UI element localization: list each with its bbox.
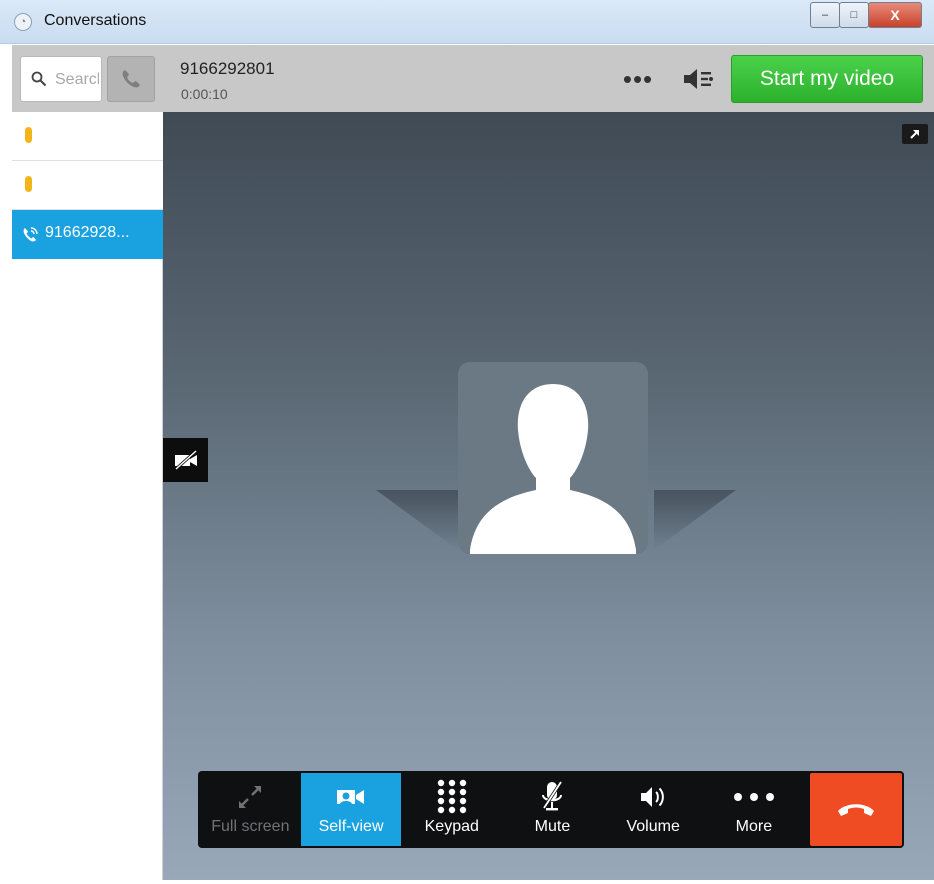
minimize-button[interactable]: – <box>810 2 840 28</box>
video-area: Full screen Self-view Keypad Mute Volume… <box>163 112 934 880</box>
mute-label: Mute <box>534 818 571 835</box>
conversations-window: ◔ Conversations – □ X Search 91662928...… <box>0 0 934 884</box>
search-input[interactable] <box>55 69 99 91</box>
conversation-list: 91662928... <box>12 112 163 259</box>
search-area <box>12 45 163 112</box>
speaker-icon <box>641 787 665 807</box>
search-box[interactable] <box>20 56 102 102</box>
presence-away-icon <box>25 176 32 192</box>
remote-avatar <box>458 362 648 554</box>
conversation-sidebar: 91662928... <box>12 45 163 880</box>
popout-arrow-icon <box>910 130 919 139</box>
title-bar[interactable]: ◔ Conversations – □ X <box>0 0 934 44</box>
volume-label: Volume <box>626 818 680 835</box>
self-view-button[interactable]: Self-view <box>300 773 402 846</box>
more-dots-icon <box>733 793 774 801</box>
full-screen-button[interactable]: Full screen <box>200 773 301 846</box>
conversation-item[interactable] <box>12 112 163 161</box>
expand-icon <box>239 786 262 808</box>
full-screen-label: Full screen <box>211 818 290 835</box>
phone-icon <box>122 70 140 88</box>
camera-off-icon <box>174 449 197 471</box>
window-controls: – □ X <box>810 2 922 30</box>
end-call-button[interactable] <box>810 773 902 846</box>
keypad-label: Keypad <box>424 818 479 835</box>
call-toolbar: Full screen Self-view Keypad Mute Volume… <box>198 771 904 848</box>
more-options-button[interactable]: ••• <box>618 64 658 94</box>
conversation-label: 91662928... <box>45 224 130 241</box>
maximize-button[interactable]: □ <box>839 2 869 28</box>
volume-button[interactable]: Volume <box>603 773 704 846</box>
search-icon <box>31 71 47 87</box>
hang-up-icon <box>838 804 875 816</box>
person-silhouette-icon <box>470 384 636 554</box>
more-button[interactable]: More <box>704 773 805 846</box>
call-header: 9166292801 0:00:10 ••• Start my video <box>163 45 934 112</box>
self-view-label: Self-view <box>318 818 384 835</box>
call-duration: 0:00:10 <box>181 86 228 102</box>
microphone-mute-icon <box>542 781 563 811</box>
start-video-button[interactable]: Start my video <box>731 55 923 103</box>
camera-off-button[interactable] <box>163 438 208 482</box>
call-panel: 9166292801 0:00:10 ••• Start my video Fu… <box>163 45 934 880</box>
keypad-icon <box>437 779 466 814</box>
window-title: Conversations <box>44 12 147 29</box>
video-camera-icon <box>337 790 365 804</box>
call-button[interactable] <box>107 56 155 102</box>
app-icon: ◔ <box>14 13 32 31</box>
mute-button[interactable]: Mute <box>502 773 603 846</box>
active-call-icon <box>23 227 38 242</box>
keypad-button[interactable]: Keypad <box>401 773 502 846</box>
popout-button[interactable] <box>902 124 928 144</box>
presence-away-icon <box>25 127 32 143</box>
more-label: More <box>735 818 773 835</box>
close-button[interactable]: X <box>868 2 922 28</box>
audio-device-icon[interactable] <box>681 65 717 93</box>
conversation-item-active-call[interactable]: 91662928... <box>12 210 163 259</box>
caller-number: 9166292801 <box>180 59 275 78</box>
conversation-item[interactable] <box>12 161 163 210</box>
